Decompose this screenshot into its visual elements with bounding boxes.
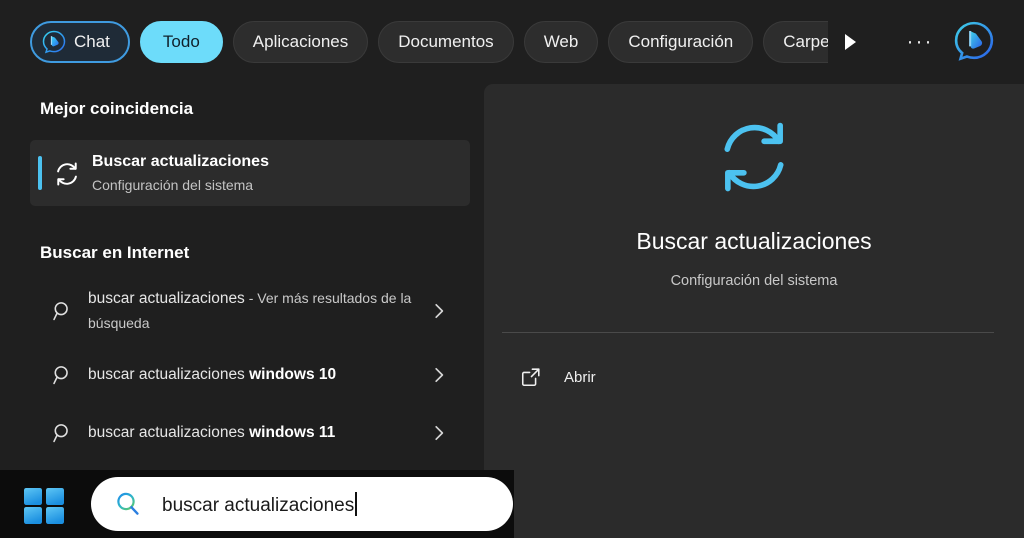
tab-todo[interactable]: Todo — [139, 21, 223, 63]
tabbar-overflow-label: ··· — [906, 30, 934, 53]
search-flyout-window: Chat Todo Aplicaciones Documentos Web Co… — [0, 0, 1024, 538]
tab-chat-label: Chat — [74, 32, 110, 51]
bing-copilot-icon — [42, 30, 66, 54]
web-suggestion-text: buscar actualizaciones - Ver más resulta… — [88, 286, 428, 336]
tabs-scroll-container[interactable]: Chat Todo Aplicaciones Documentos Web Co… — [30, 20, 828, 64]
preview-action-label: Abrir — [564, 368, 596, 386]
taskbar-search-box[interactable]: buscar actualizaciones — [91, 477, 513, 531]
play-arrow-right-icon — [845, 34, 856, 50]
tab-carpeta[interactable]: Carpeta — [763, 21, 828, 63]
best-match-subtitle: Configuración del sistema — [92, 177, 254, 193]
web-suggestion-bold: windows 10 — [249, 366, 337, 383]
best-match-title: Buscar actualizaciones — [92, 153, 269, 170]
web-suggestion-text: buscar actualizaciones windows 11 — [88, 420, 428, 445]
chevron-right-icon — [435, 367, 444, 383]
tab-documentos-label: Documentos — [398, 32, 494, 51]
tab-aplicaciones-label: Aplicaciones — [252, 32, 349, 51]
web-suggestion-query: buscar actualizaciones — [88, 290, 245, 307]
search-tabbar: Chat Todo Aplicaciones Documentos Web Co… — [0, 0, 1024, 80]
web-suggestion-row[interactable]: buscar actualizaciones - Ver más resulta… — [30, 280, 470, 342]
web-search-header: Buscar en Internet — [40, 243, 190, 262]
web-suggestion-query: buscar actualizaciones — [88, 424, 250, 441]
preview-title: Buscar actualizaciones — [636, 228, 872, 254]
bing-copilot-button[interactable] — [952, 19, 996, 63]
sync-refresh-icon — [724, 122, 784, 192]
search-icon — [53, 424, 68, 443]
preview-action-abrir[interactable]: Abrir — [502, 356, 994, 398]
search-icon — [53, 302, 68, 321]
tab-carpeta-label: Carpeta — [783, 32, 828, 51]
best-match-header: Mejor coincidencia — [40, 99, 194, 118]
preview-subtitle: Configuración del sistema — [670, 273, 838, 289]
open-external-icon — [521, 368, 540, 387]
tab-aplicaciones[interactable]: Aplicaciones — [232, 21, 369, 63]
best-match-text: Buscar actualizaciones Configuración del… — [92, 150, 269, 196]
chevron-right-icon — [435, 303, 444, 319]
preview-panel: Buscar actualizaciones Configuración del… — [484, 84, 1024, 538]
preview-divider — [502, 332, 994, 333]
tabbar-overflow-button[interactable]: ··· — [902, 28, 938, 56]
selection-indicator — [38, 156, 42, 190]
bing-copilot-icon — [954, 21, 994, 61]
web-suggestion-query: buscar actualizaciones — [88, 366, 250, 383]
web-suggestion-row[interactable]: buscar actualizaciones windows 11 — [30, 410, 470, 456]
web-suggestion-row[interactable]: buscar actualizaciones windows 10 — [30, 352, 470, 398]
sync-refresh-icon — [57, 162, 77, 186]
search-input[interactable]: buscar actualizaciones — [162, 491, 358, 517]
best-match-row[interactable]: Buscar actualizaciones Configuración del… — [30, 140, 470, 206]
tab-documentos[interactable]: Documentos — [378, 21, 514, 63]
tab-configuracion-label: Configuración — [628, 32, 734, 51]
tab-configuracion[interactable]: Configuración — [608, 21, 754, 63]
tab-web-label: Web — [543, 32, 579, 51]
text-cursor — [355, 491, 358, 516]
search-input-value: buscar actualizaciones — [162, 494, 355, 516]
web-suggestion-bold: windows 11 — [249, 424, 336, 441]
tab-web[interactable]: Web — [523, 21, 599, 63]
windows-logo-icon[interactable] — [22, 486, 66, 526]
tab-todo-label: Todo — [162, 32, 200, 51]
search-icon — [53, 366, 68, 385]
tabs-scroll-right-button[interactable] — [836, 28, 864, 56]
tab-chat[interactable]: Chat — [30, 21, 130, 63]
search-gradient-icon — [117, 492, 139, 515]
web-suggestion-text: buscar actualizaciones windows 10 — [88, 362, 428, 387]
chevron-right-icon — [435, 425, 444, 441]
